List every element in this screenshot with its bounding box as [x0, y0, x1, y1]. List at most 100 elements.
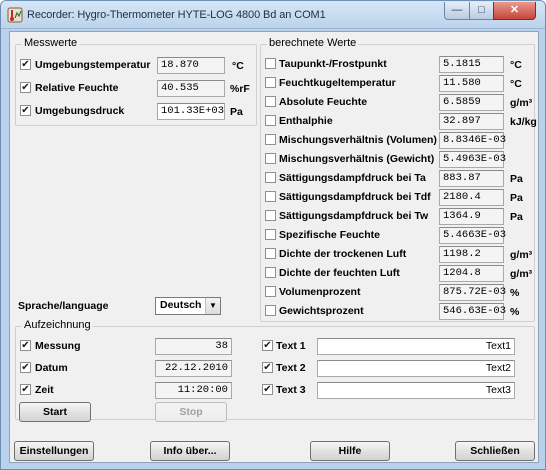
calc-row-unit: kJ/kg — [510, 116, 537, 128]
text2-checkbox[interactable]: ✔ — [262, 362, 273, 373]
calc-row-unit: g/m³ — [510, 249, 533, 261]
zeit-checkbox[interactable]: ✔ — [20, 384, 31, 395]
close-window-button[interactable]: ✕ — [493, 2, 536, 20]
umgebungsdruck-checkbox[interactable]: ✔ — [20, 105, 31, 116]
einstellungen-button[interactable]: Einstellungen — [14, 441, 94, 461]
text3-checkbox[interactable]: ✔ — [262, 384, 273, 395]
calc-row-value: 1364.9 — [439, 208, 504, 225]
datum-value: 22.12.2010 — [155, 360, 232, 377]
calc-row-label: Dichte der feuchten Luft — [279, 267, 400, 279]
umgebungstemperatur-checkbox[interactable]: ✔ — [20, 59, 31, 70]
calc-row-label: Enthalphie — [279, 115, 333, 127]
umgebungstemperatur-label: Umgebungstemperatur — [35, 59, 151, 71]
calc-row-label: Gewichtsprozent — [279, 305, 364, 317]
berechnete-werte-group-label: berechnete Werte — [267, 37, 359, 49]
hilfe-button[interactable]: Hilfe — [310, 441, 390, 461]
datum-checkbox[interactable]: ✔ — [20, 362, 31, 373]
language-select[interactable]: Deutsch ▼ — [155, 297, 221, 315]
calc-row-checkbox[interactable] — [265, 191, 276, 202]
calc-row-label: Spezifische Feuchte — [279, 229, 380, 241]
calc-row-checkbox[interactable] — [265, 286, 276, 297]
calc-row-value: 5.1815 — [439, 56, 504, 73]
calc-row-unit: g/m³ — [510, 268, 533, 280]
calc-row-value: 5.4663E-03 — [439, 227, 506, 244]
umgebungstemperatur-value: 18.870 — [157, 57, 225, 74]
info-button[interactable]: Info über... — [150, 441, 230, 461]
language-label: Sprache/language — [18, 300, 109, 312]
calc-row-value: 8.8346E-03 — [439, 132, 506, 149]
datum-label: Datum — [35, 362, 68, 374]
minimize-button[interactable]: — — [444, 2, 470, 20]
calc-row-value: 546.63E-03 — [439, 303, 506, 320]
umgebungsdruck-label: Umgebungsdruck — [35, 105, 125, 117]
calc-row-value: 11.580 — [439, 75, 504, 92]
calc-row-checkbox[interactable] — [265, 248, 276, 259]
start-button[interactable]: Start — [19, 402, 91, 422]
calc-row-value: 2180.4 — [439, 189, 504, 206]
text1-input[interactable]: Text1 — [317, 338, 515, 355]
calc-row-checkbox[interactable] — [265, 96, 276, 107]
messung-label: Messung — [35, 340, 81, 352]
calc-row-label: Mischungsverhältnis (Volumen) — [279, 134, 437, 146]
calc-row-unit: Pa — [510, 173, 523, 185]
umgebungsdruck-value: 101.33E+03 — [157, 103, 225, 120]
app-window: Recorder: Hygro-Thermometer HYTE-LOG 480… — [0, 0, 546, 470]
messwerte-group-label: Messwerte — [22, 37, 80, 49]
calc-row-unit: Pa — [510, 192, 523, 204]
calc-row-label: Sättigungsdampfdruck bei Tdf — [279, 191, 431, 203]
language-select-value: Deutsch — [160, 299, 202, 311]
calc-row-value: 32.897 — [439, 113, 504, 130]
calc-row-label: Feuchtkugeltemperatur — [279, 77, 396, 89]
text1-checkbox[interactable]: ✔ — [262, 340, 273, 351]
relative-feuchte-value: 40.535 — [157, 80, 225, 97]
stop-button[interactable]: Stop — [155, 402, 227, 422]
calc-row-value: 1198.2 — [439, 246, 504, 263]
umgebungstemperatur-unit: °C — [232, 60, 244, 72]
calc-row-label: Taupunkt-/Frostpunkt — [279, 58, 387, 70]
calc-row-label: Dichte der trockenen Luft — [279, 248, 407, 260]
calc-row-value: 6.5859 — [439, 94, 504, 111]
calc-row-label: Mischungsverhältnis (Gewicht) — [279, 153, 435, 165]
calc-row-unit: % — [510, 306, 520, 318]
calc-row-checkbox[interactable] — [265, 153, 276, 164]
messung-value: 38 — [155, 338, 232, 355]
calc-row-unit: % — [510, 287, 520, 299]
calc-row-checkbox[interactable] — [265, 77, 276, 88]
calc-row-label: Absolute Feuchte — [279, 96, 368, 108]
calc-row-unit: Pa — [510, 211, 523, 223]
calc-row-checkbox[interactable] — [265, 305, 276, 316]
umgebungsdruck-unit: Pa — [230, 106, 243, 118]
text1-label: Text 1 — [276, 340, 306, 352]
window-title: Recorder: Hygro-Thermometer HYTE-LOG 480… — [27, 9, 326, 21]
calc-row-unit: °C — [510, 78, 522, 90]
calc-row-value: 5.4963E-03 — [439, 151, 506, 168]
calc-row-checkbox[interactable] — [265, 267, 276, 278]
calc-row-value: 1204.8 — [439, 265, 504, 282]
text3-input[interactable]: Text3 — [317, 382, 515, 399]
maximize-button[interactable]: □ — [469, 2, 494, 20]
client-area: Messwerte ✔ Umgebungstemperatur 18.870 °… — [9, 31, 539, 463]
title-bar[interactable]: Recorder: Hygro-Thermometer HYTE-LOG 480… — [1, 1, 545, 29]
calc-row-checkbox[interactable] — [265, 115, 276, 126]
calc-row-checkbox[interactable] — [265, 134, 276, 145]
calc-row-checkbox[interactable] — [265, 210, 276, 221]
calc-row-checkbox[interactable] — [265, 58, 276, 69]
calc-row-value: 883.87 — [439, 170, 504, 187]
relative-feuchte-unit: %rF — [230, 83, 250, 95]
aufzeichnung-group-label: Aufzeichnung — [22, 319, 93, 331]
zeit-label: Zeit — [35, 384, 54, 396]
calc-row-checkbox[interactable] — [265, 229, 276, 240]
calc-row-checkbox[interactable] — [265, 172, 276, 183]
schliessen-button[interactable]: Schließen — [455, 441, 535, 461]
text2-input[interactable]: Text2 — [317, 360, 515, 377]
calc-row-value: 875.72E-03 — [439, 284, 506, 301]
relative-feuchte-checkbox[interactable]: ✔ — [20, 82, 31, 93]
zeit-value: 11:20:00 — [155, 382, 232, 399]
calc-row-unit: °C — [510, 59, 522, 71]
text3-label: Text 3 — [276, 384, 306, 396]
chevron-down-icon[interactable]: ▼ — [205, 298, 220, 314]
thermometer-app-icon — [7, 7, 23, 23]
text2-label: Text 2 — [276, 362, 306, 374]
messung-checkbox[interactable]: ✔ — [20, 340, 31, 351]
calc-row-unit: g/m³ — [510, 97, 533, 109]
